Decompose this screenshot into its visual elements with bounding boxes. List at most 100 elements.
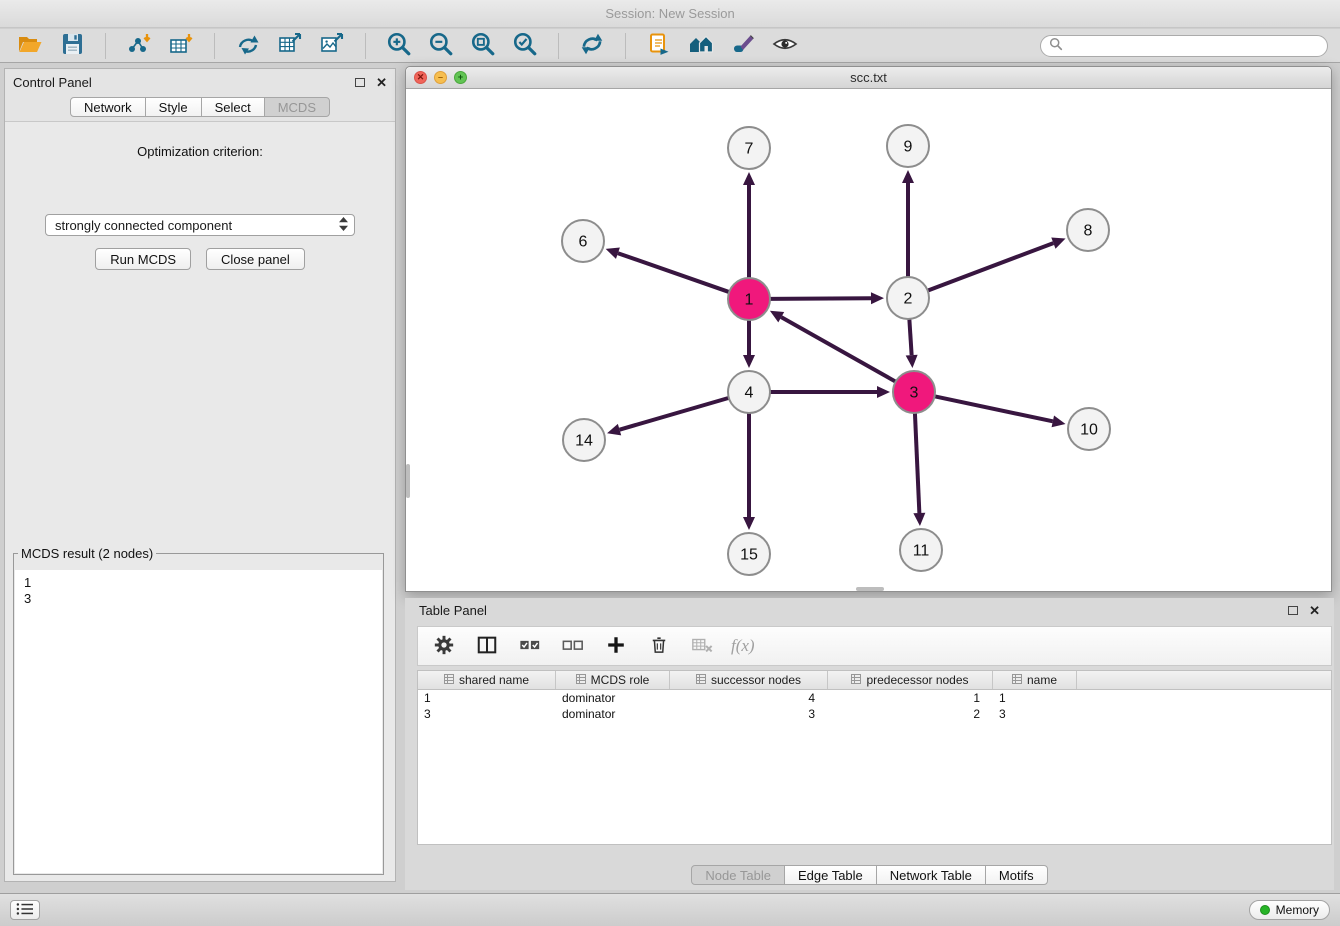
- zoom-out-icon: [428, 31, 454, 60]
- search-input[interactable]: [1068, 38, 1319, 53]
- edge-arrowhead: [1052, 415, 1066, 427]
- optimization-dropdown[interactable]: strongly connected component: [45, 214, 355, 236]
- mcds-result-content: 13: [15, 570, 382, 873]
- toolbar-separator: [625, 33, 626, 59]
- eye-icon: [772, 32, 798, 59]
- node-label-3: 3: [910, 385, 919, 402]
- float-panel-icon[interactable]: [355, 78, 365, 87]
- vertical-scrollbar-fragment[interactable]: [406, 464, 410, 498]
- show-graphics-button[interactable]: [767, 31, 803, 61]
- tab-mcds[interactable]: MCDS: [264, 97, 330, 117]
- table-cell: dominator: [556, 706, 670, 722]
- edge-arrowhead: [743, 172, 755, 185]
- zoom-out-button[interactable]: [423, 31, 459, 61]
- apply-layout-button[interactable]: [574, 31, 610, 61]
- network-graph-svg: 7968124314101511: [406, 90, 1331, 591]
- column-type-icon: [851, 673, 861, 687]
- column-header-name[interactable]: name: [993, 671, 1077, 689]
- edge-2-3[interactable]: [909, 319, 911, 355]
- export-image-button[interactable]: [314, 31, 350, 61]
- table-tabs: Node TableEdge TableNetwork TableMotifs: [405, 865, 1334, 885]
- edge-3-1[interactable]: [781, 317, 895, 382]
- mcds-result-box: MCDS result (2 nodes) 13: [13, 546, 384, 875]
- column-type-icon: [444, 673, 454, 687]
- delete-table-icon: [690, 634, 714, 659]
- open-file-button[interactable]: [12, 31, 48, 61]
- zoom-in-button[interactable]: [381, 31, 417, 61]
- status-bar: Memory: [0, 893, 1340, 926]
- tab-style[interactable]: Style: [145, 97, 202, 117]
- add-row-button[interactable]: [602, 632, 630, 660]
- node-label-15: 15: [740, 547, 758, 564]
- houses-icon: [688, 32, 714, 59]
- plus-icon: [605, 634, 627, 659]
- node-label-2: 2: [904, 291, 913, 308]
- network-canvas[interactable]: 7968124314101511: [406, 90, 1331, 591]
- export-network-button[interactable]: [230, 31, 266, 61]
- table-cell: 3: [418, 706, 556, 722]
- table-cell: 1: [993, 690, 1077, 706]
- edge-3-11[interactable]: [915, 413, 919, 513]
- toolbar-separator: [365, 33, 366, 59]
- edge-1-2[interactable]: [770, 298, 871, 299]
- import-table-button[interactable]: [163, 31, 199, 61]
- column-header-predecessor-nodes[interactable]: predecessor nodes: [828, 671, 993, 689]
- export-table-button[interactable]: [272, 31, 308, 61]
- titlebar[interactable]: Session: New Session: [0, 0, 1340, 28]
- control-panel-tabs: NetworkStyleSelectMCDS: [5, 97, 395, 117]
- edge-arrowhead: [913, 513, 925, 526]
- tab-motifs[interactable]: Motifs: [985, 865, 1048, 885]
- table-row[interactable]: 1dominator411: [418, 690, 1331, 706]
- network-window-titlebar[interactable]: scc.txt ✕ – +: [406, 67, 1331, 89]
- zoom-selected-button[interactable]: [507, 31, 543, 61]
- close-table-panel-x-icon[interactable]: ✕: [1309, 604, 1320, 617]
- close-window-icon[interactable]: ✕: [414, 71, 427, 84]
- show-columns-button[interactable]: [473, 632, 501, 660]
- search-box[interactable]: [1040, 35, 1328, 57]
- import-network-button[interactable]: [121, 31, 157, 61]
- node-label-9: 9: [904, 139, 913, 156]
- edge-2-8[interactable]: [928, 243, 1054, 291]
- mcds-buttons-row: Run MCDS Close panel: [5, 248, 395, 270]
- memory-button[interactable]: Memory: [1249, 900, 1330, 920]
- edge-3-10[interactable]: [935, 396, 1053, 421]
- column-header-mcds-role[interactable]: MCDS role: [556, 671, 670, 689]
- function-builder-button[interactable]: f(x): [731, 632, 755, 660]
- close-panel-button[interactable]: Close panel: [206, 248, 305, 270]
- style-brush-icon: [731, 32, 755, 59]
- delete-row-button[interactable]: [645, 632, 673, 660]
- edge-arrowhead: [877, 386, 890, 398]
- float-table-panel-icon[interactable]: [1288, 606, 1298, 615]
- deselect-all-button[interactable]: [559, 632, 587, 660]
- style-brush-button[interactable]: [725, 31, 761, 61]
- tab-node-table[interactable]: Node Table: [691, 865, 785, 885]
- edge-4-14[interactable]: [620, 398, 729, 430]
- horizontal-scrollbar-fragment[interactable]: [856, 587, 884, 591]
- maximize-window-icon[interactable]: +: [454, 71, 467, 84]
- tab-select[interactable]: Select: [201, 97, 265, 117]
- refresh-arrows-icon: [579, 31, 605, 60]
- node-label-10: 10: [1080, 422, 1098, 439]
- select-all-button[interactable]: [516, 632, 544, 660]
- save-session-button[interactable]: [54, 31, 90, 61]
- close-panel-x-icon[interactable]: ✕: [376, 76, 387, 89]
- edge-1-6[interactable]: [618, 253, 729, 292]
- dropdown-stepper-icon: [338, 216, 349, 235]
- copy-network-style-button[interactable]: [641, 31, 677, 61]
- node-table: shared nameMCDS rolesuccessor nodesprede…: [417, 670, 1332, 845]
- tab-network-table[interactable]: Network Table: [876, 865, 986, 885]
- column-header-successor-nodes[interactable]: successor nodes: [670, 671, 828, 689]
- mcds-result-title: MCDS result (2 nodes): [18, 546, 156, 561]
- task-history-button[interactable]: [10, 900, 40, 920]
- run-mcds-button[interactable]: Run MCDS: [95, 248, 191, 270]
- table-settings-button[interactable]: [430, 632, 458, 660]
- tab-network[interactable]: Network: [70, 97, 146, 117]
- zoom-fit-button[interactable]: [465, 31, 501, 61]
- zoom-selected-icon: [512, 31, 538, 60]
- column-header-shared-name[interactable]: shared name: [418, 671, 556, 689]
- minimize-window-icon[interactable]: –: [434, 71, 447, 84]
- table-row[interactable]: 3dominator323: [418, 706, 1331, 722]
- delete-table-button[interactable]: [688, 632, 716, 660]
- home-overview-button[interactable]: [683, 31, 719, 61]
- tab-edge-table[interactable]: Edge Table: [784, 865, 877, 885]
